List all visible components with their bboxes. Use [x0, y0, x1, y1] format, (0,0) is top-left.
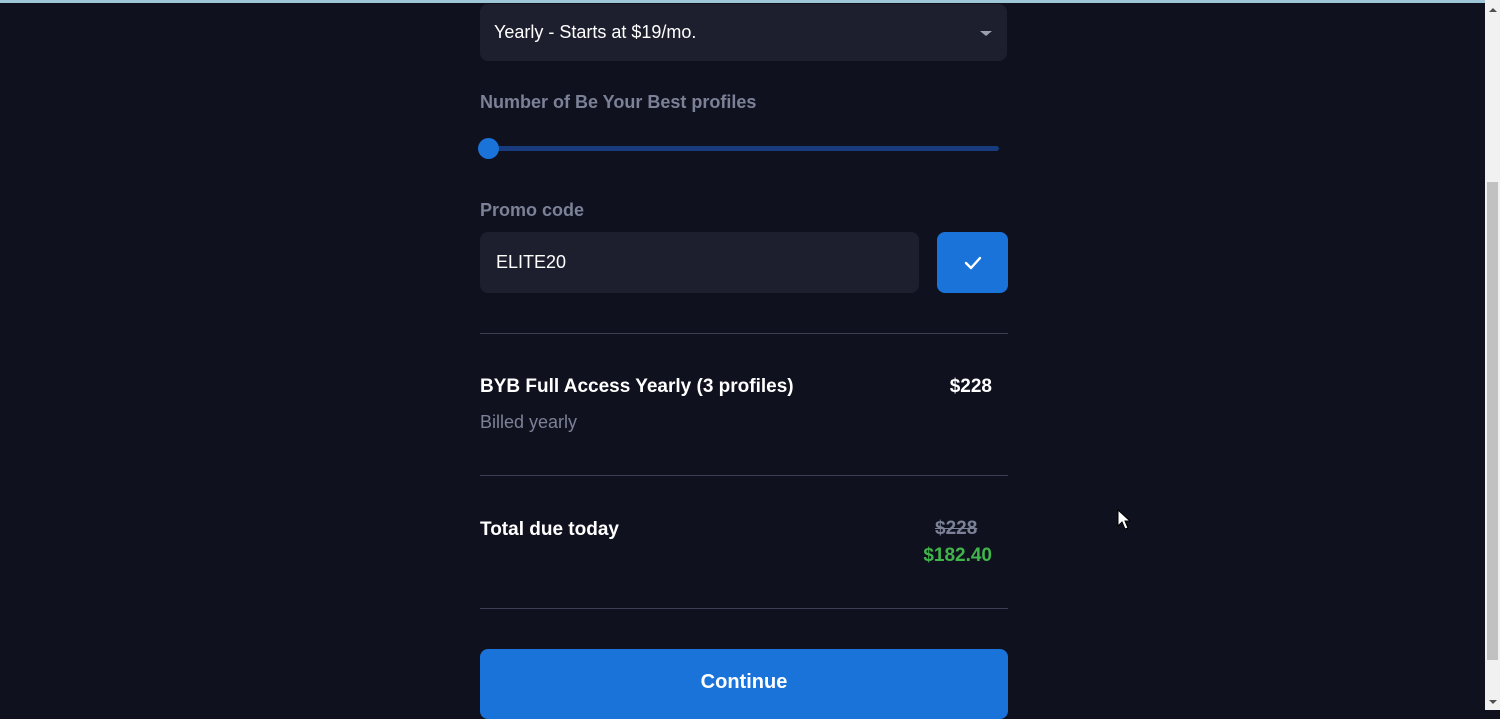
- scrollbar-thumb[interactable]: [1487, 182, 1498, 660]
- check-icon: [964, 256, 981, 269]
- checkout-page: Yearly - Starts at $19/mo. Number of Be …: [0, 0, 1485, 719]
- plan-select[interactable]: Yearly - Starts at $19/mo.: [480, 4, 1007, 61]
- divider: [480, 608, 1008, 609]
- slider-thumb[interactable]: [478, 138, 499, 159]
- profiles-label: Number of Be Your Best profiles: [480, 92, 757, 112]
- divider: [480, 475, 1008, 476]
- original-price: $228: [935, 518, 978, 539]
- plan-select-value: Yearly - Starts at $19/mo.: [494, 22, 697, 42]
- promo-code-input[interactable]: [480, 232, 919, 293]
- line-item-billing: Billed yearly: [480, 412, 578, 432]
- total-label: Total due today: [480, 519, 619, 540]
- scroll-down-arrow-icon[interactable]: [1485, 695, 1500, 710]
- profiles-slider[interactable]: [478, 138, 999, 159]
- line-item-price: $228: [949, 376, 992, 397]
- promo-label: Promo code: [480, 200, 585, 220]
- chevron-down-icon: [980, 31, 992, 36]
- discounted-price: $182.40: [923, 545, 992, 566]
- scroll-up-arrow-icon[interactable]: [1485, 3, 1500, 18]
- vertical-scrollbar[interactable]: [1485, 0, 1500, 710]
- mouse-pointer-icon: [1117, 509, 1131, 530]
- line-item-title: BYB Full Access Yearly (3 profiles): [480, 376, 794, 397]
- divider: [480, 333, 1008, 334]
- continue-button[interactable]: Continue: [480, 649, 1008, 719]
- apply-promo-button[interactable]: [937, 232, 1008, 293]
